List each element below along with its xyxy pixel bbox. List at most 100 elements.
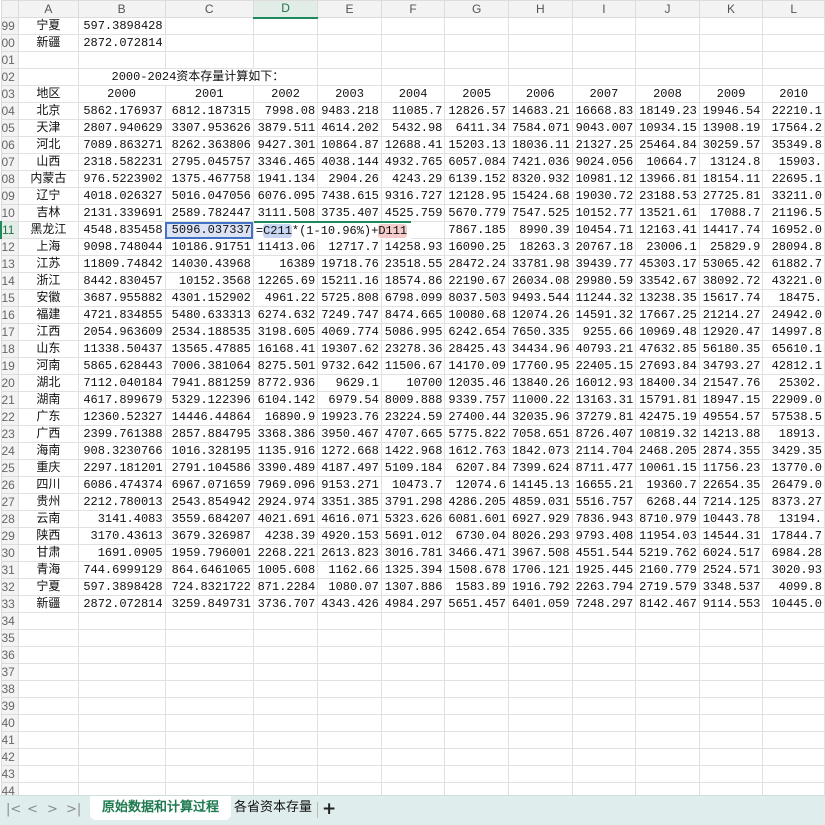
cell-H14[interactable]: 26034.08 (507, 272, 573, 290)
cell-G10[interactable]: 5670.779 (444, 204, 509, 222)
cell-L17[interactable]: 14997.8 (762, 323, 825, 341)
cell-A07[interactable]: 山西 (18, 153, 79, 171)
cell-C26[interactable]: 6967.071659 (164, 476, 254, 494)
cell-A14[interactable]: 浙江 (18, 272, 79, 290)
cell-H27[interactable]: 4859.031 (507, 493, 573, 511)
cell-A23[interactable]: 广西 (18, 425, 79, 443)
cell-J34[interactable] (635, 612, 700, 630)
cell-H31[interactable]: 1706.121 (507, 561, 573, 579)
cell-J37[interactable] (635, 663, 700, 681)
cell-C00[interactable] (164, 34, 254, 52)
cell-J05[interactable]: 10934.15 (635, 119, 700, 137)
cell-A19[interactable]: 河南 (18, 357, 79, 375)
row-header[interactable]: 31 (0, 561, 20, 579)
cell-E17[interactable]: 4069.774 (317, 323, 382, 341)
cell-L32[interactable]: 4099.8 (762, 578, 825, 596)
cell-B25[interactable]: 2297.181201 (77, 459, 166, 477)
cell-J09[interactable]: 23188.53 (635, 187, 700, 205)
cell-K26[interactable]: 22654.35 (698, 476, 764, 494)
cell-G40[interactable] (444, 714, 509, 732)
row-header[interactable]: 02 (0, 68, 20, 86)
cell-J08[interactable]: 13966.81 (635, 170, 700, 188)
row-header[interactable]: 20 (0, 374, 20, 392)
row-header[interactable]: 36 (0, 646, 20, 664)
cell-D06[interactable]: 9427.301 (252, 136, 319, 154)
cell-J11[interactable]: 12163.41 (635, 221, 700, 239)
cell-E36[interactable] (317, 646, 382, 664)
cell-C18[interactable]: 13565.47885 (164, 340, 254, 358)
cell-A10[interactable]: 吉林 (18, 204, 79, 222)
cell-H12[interactable]: 18263.3 (507, 238, 573, 256)
row-header[interactable]: 09 (0, 187, 20, 205)
cell-J40[interactable] (635, 714, 700, 732)
cell-H33[interactable]: 6401.059 (507, 595, 573, 613)
cell-F12[interactable]: 14258.93 (380, 238, 446, 256)
cell-E28[interactable]: 4616.071 (317, 510, 382, 528)
cell-G05[interactable]: 6411.34 (444, 119, 509, 137)
cell-H35[interactable] (507, 629, 573, 647)
cell-A03[interactable]: 地区 (18, 85, 79, 103)
cell-F21[interactable]: 8009.888 (380, 391, 446, 409)
cell-A17[interactable]: 江西 (18, 323, 79, 341)
cell-K09[interactable]: 27725.81 (698, 187, 764, 205)
cell-L09[interactable]: 33211.0 (762, 187, 825, 205)
cell-K35[interactable] (698, 629, 764, 647)
cell-C37[interactable] (164, 663, 254, 681)
cell-B34[interactable] (77, 612, 166, 630)
cell-K37[interactable] (698, 663, 764, 681)
cell-I23[interactable]: 8726.407 (571, 425, 637, 443)
formula-edit-cell[interactable]: =C211*(1-10.96%)+D111 (252, 221, 411, 239)
cell-F31[interactable]: 1325.394 (380, 561, 446, 579)
cell-G23[interactable]: 5775.822 (444, 425, 509, 443)
cell-H23[interactable]: 7058.651 (507, 425, 573, 443)
cell-E25[interactable]: 4187.497 (317, 459, 382, 477)
cell-L01[interactable] (762, 51, 825, 69)
cell-G14[interactable]: 22190.67 (444, 272, 509, 290)
cell-K08[interactable]: 18154.11 (698, 170, 764, 188)
cell-B24[interactable]: 908.3230766 (77, 442, 166, 460)
cell-K40[interactable] (698, 714, 764, 732)
cell-G28[interactable]: 6081.601 (444, 510, 509, 528)
cell-I31[interactable]: 1925.445 (571, 561, 637, 579)
cell-E23[interactable]: 3950.467 (317, 425, 382, 443)
cell-G39[interactable] (444, 697, 509, 715)
cell-J35[interactable] (635, 629, 700, 647)
cell-I12[interactable]: 20767.18 (571, 238, 637, 256)
cell-D12[interactable]: 11413.06 (252, 238, 319, 256)
cell-K14[interactable]: 38092.72 (698, 272, 764, 290)
cell-C99[interactable] (164, 17, 254, 35)
cell-J38[interactable] (635, 680, 700, 698)
spreadsheet-grid[interactable]: ABCDEFGHIJKL 99 宁夏 597.3898428 00 新疆 2872.072… (0, 0, 825, 800)
cell-L14[interactable]: 43221.0 (762, 272, 825, 290)
cell-B08[interactable]: 976.5223902 (77, 170, 166, 188)
cell-F17[interactable]: 5086.995 (380, 323, 446, 341)
cell-F07[interactable]: 4932.765 (380, 153, 446, 171)
cell-J33[interactable]: 8142.467 (635, 595, 700, 613)
cell-E27[interactable]: 3351.385 (317, 493, 382, 511)
cell-H17[interactable]: 7650.335 (507, 323, 573, 341)
cell-D15[interactable]: 4961.22 (252, 289, 319, 307)
row-header[interactable]: 07 (0, 153, 20, 171)
cell-A25[interactable]: 重庆 (18, 459, 79, 477)
cell-B00[interactable]: 2872.072814 (77, 34, 166, 52)
cell-L13[interactable]: 61882.7 (762, 255, 825, 273)
column-header-J[interactable]: J (635, 0, 700, 18)
cell-F43[interactable] (380, 765, 446, 783)
cell-A37[interactable] (18, 663, 79, 681)
cell-G33[interactable]: 5651.457 (444, 595, 509, 613)
cell-D29[interactable]: 4238.39 (252, 527, 319, 545)
cell-L43[interactable] (762, 765, 825, 783)
cell-L35[interactable] (762, 629, 825, 647)
cell-J16[interactable]: 17667.25 (635, 306, 700, 324)
cell-H32[interactable]: 1916.792 (507, 578, 573, 596)
cell-I00[interactable] (571, 34, 637, 52)
cell-A32[interactable]: 宁夏 (18, 578, 79, 596)
cell-L21[interactable]: 22909.0 (762, 391, 825, 409)
cell-G25[interactable]: 6207.84 (444, 459, 509, 477)
row-header[interactable]: 24 (0, 442, 20, 460)
cell-K00[interactable] (698, 34, 764, 52)
cell-H25[interactable]: 7399.624 (507, 459, 573, 477)
cell-H29[interactable]: 8026.293 (507, 527, 573, 545)
column-header-C[interactable]: C (164, 0, 254, 18)
cell-G00[interactable] (444, 34, 509, 52)
